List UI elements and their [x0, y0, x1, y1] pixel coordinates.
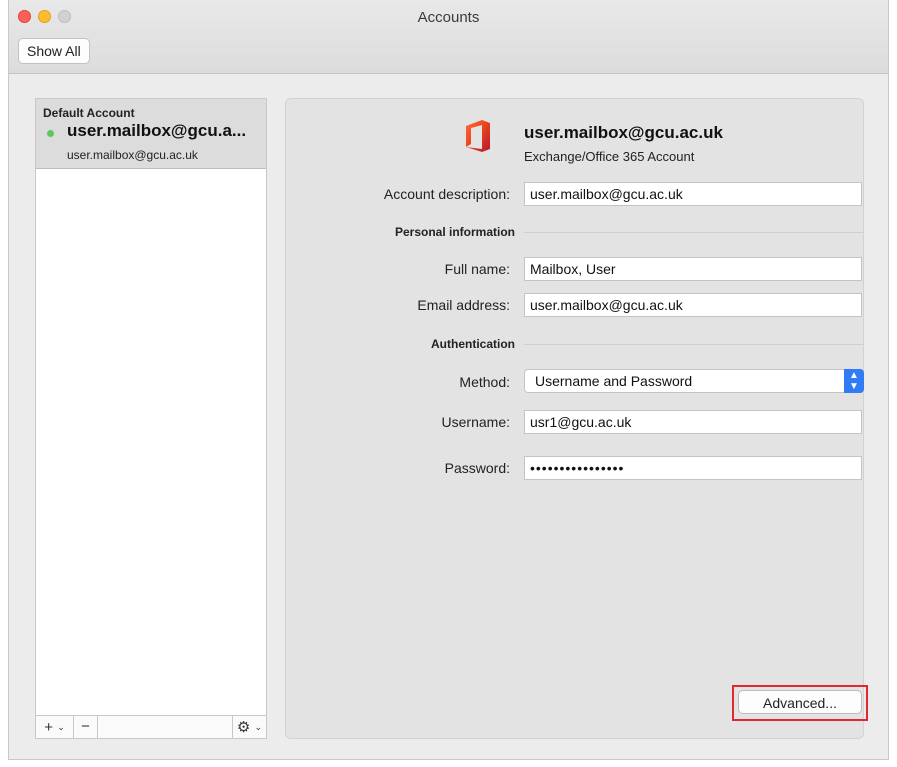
- account-details-panel: user.mailbox@gcu.ac.uk Exchange/Office 3…: [285, 98, 868, 739]
- email-address-label: Email address:: [417, 297, 510, 313]
- office-icon: [466, 120, 490, 152]
- advanced-button[interactable]: Advanced...: [738, 690, 862, 714]
- accounts-sidebar: Default Account user.mailbox@gcu.a... us…: [35, 98, 267, 739]
- chevron-down-icon: ⌄: [254, 722, 263, 732]
- section-divider: [524, 232, 863, 233]
- method-selected-value: Username and Password: [535, 373, 693, 389]
- updown-chevron-icon: ▲ ▼: [844, 369, 864, 393]
- gear-icon: ⚙: [236, 719, 251, 736]
- accounts-window: Accounts Show All Default Account user.m…: [8, 0, 889, 760]
- window-title: Accounts: [417, 9, 480, 26]
- password-label: Password:: [444, 460, 510, 476]
- account-group-label: Default Account: [43, 106, 135, 120]
- method-select[interactable]: Username and Password ▲ ▼: [524, 369, 864, 393]
- account-type-label: Exchange/Office 365 Account: [524, 149, 695, 164]
- personal-information-heading: Personal information: [394, 225, 515, 239]
- remove-account-button[interactable]: −: [74, 716, 98, 738]
- username-label: Username:: [441, 414, 510, 430]
- account-description-label: Account description:: [383, 186, 510, 202]
- account-description-input[interactable]: user.mailbox@gcu.ac.uk: [524, 182, 862, 206]
- full-name-input[interactable]: Mailbox, User: [524, 257, 862, 281]
- authentication-heading: Authentication: [431, 337, 515, 351]
- add-account-button[interactable]: + ⌄: [36, 716, 74, 738]
- status-online-icon: [47, 130, 54, 137]
- title-bar: Accounts Show All: [9, 0, 888, 74]
- account-header-title: user.mailbox@gcu.ac.uk: [524, 123, 723, 142]
- full-name-label: Full name:: [444, 261, 510, 277]
- password-input[interactable]: ••••••••••••••••: [524, 456, 862, 480]
- account-subtitle: user.mailbox@gcu.ac.uk: [67, 148, 198, 162]
- account-title: user.mailbox@gcu.a...: [67, 121, 247, 140]
- minus-icon: −: [81, 718, 90, 735]
- email-address-input[interactable]: user.mailbox@gcu.ac.uk: [524, 293, 862, 317]
- section-divider: [524, 344, 863, 345]
- username-input[interactable]: usr1@gcu.ac.uk: [524, 410, 862, 434]
- plus-icon: +: [44, 719, 54, 736]
- account-actions-button[interactable]: ⚙ ⌄: [232, 716, 266, 738]
- show-all-button[interactable]: Show All: [18, 38, 90, 64]
- chevron-down-icon: ⌄: [57, 722, 65, 732]
- sidebar-item-default-account[interactable]: Default Account user.mailbox@gcu.a... us…: [36, 99, 266, 169]
- method-label: Method:: [459, 374, 510, 390]
- sidebar-toolbar: + ⌄ − ⚙ ⌄: [36, 715, 266, 738]
